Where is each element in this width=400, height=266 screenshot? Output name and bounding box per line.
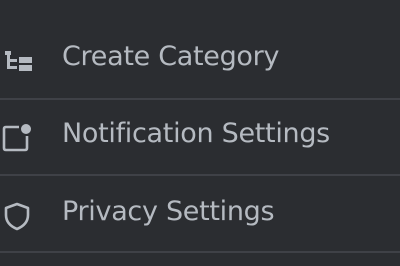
menu-divider	[0, 251, 400, 253]
menu-divider	[0, 98, 400, 100]
shield-icon	[1, 200, 33, 232]
notification-settings-icon	[1, 122, 33, 154]
create-category-label: Create Category	[62, 41, 280, 72]
notification-settings-menu-item[interactable]: Notification Settings	[0, 114, 400, 160]
create-category-menu-item[interactable]: Create Category	[0, 38, 400, 84]
create-category-icon	[1, 45, 33, 77]
privacy-settings-menu-item[interactable]: Privacy Settings	[0, 192, 400, 238]
notification-settings-label: Notification Settings	[62, 118, 330, 149]
privacy-settings-label: Privacy Settings	[62, 196, 275, 227]
server-context-menu: Create Category Notification Settings Pr…	[0, 0, 400, 266]
menu-divider	[0, 174, 400, 176]
